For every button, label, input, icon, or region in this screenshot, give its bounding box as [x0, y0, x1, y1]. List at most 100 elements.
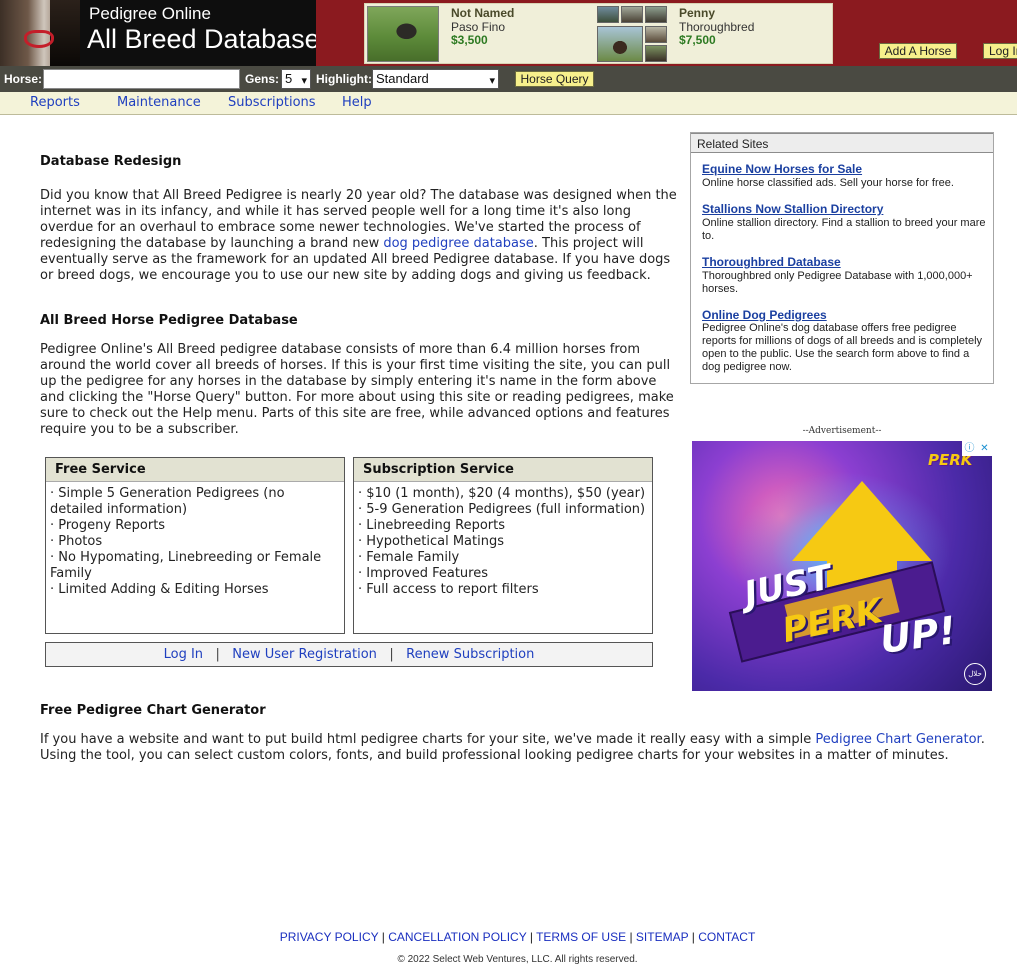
contact-link[interactable]: CONTACT: [698, 930, 755, 944]
subscription-service-list: · $10 (1 month), $20 (4 months), $50 (ye…: [354, 482, 652, 598]
list-item: · Female Family: [358, 550, 460, 565]
advertisement-label: --Advertisement--: [802, 426, 882, 436]
related-site-desc: Online stallion directory. Find a stalli…: [702, 217, 986, 242]
nav-item-maintenance[interactable]: Maintenance: [117, 95, 201, 110]
site-header: Pedigree Online All Breed Database Not N…: [0, 0, 1017, 66]
renew-subscription-link[interactable]: Renew Subscription: [406, 647, 534, 662]
horse-thumbnail[interactable]: [597, 26, 643, 62]
highlight-label: Highlight:: [316, 72, 372, 86]
chart-generator-paragraph: If you have a website and want to put bu…: [40, 732, 995, 764]
new-user-registration-link[interactable]: New User Registration: [232, 647, 377, 662]
list-item: · 5-9 Generation Pedigrees (full informa…: [358, 502, 646, 517]
ad-close-icon[interactable]: ✕: [977, 441, 992, 456]
dog-pedigree-link[interactable]: dog pedigree database: [383, 236, 533, 251]
list-item: · Improved Features: [358, 566, 488, 581]
login-button[interactable]: Log In: [983, 43, 1017, 59]
horse-mane: [50, 0, 80, 66]
subscription-service-title: Subscription Service: [354, 458, 652, 482]
copyright-text: © 2022 Select Web Ventures, LLC. All rig…: [397, 954, 638, 965]
list-item: · Simple 5 Generation Pedigrees (no deta…: [50, 486, 285, 517]
horse-thumbnail[interactable]: [621, 6, 643, 23]
related-site-desc: Pedigree Online's dog database offers fr…: [702, 322, 983, 373]
horse-thumbnail[interactable]: [597, 6, 619, 23]
featured-horse-name[interactable]: Penny: [679, 6, 715, 20]
main-nav: Reports Maintenance Subscriptions Help: [0, 92, 1017, 115]
allbreed-paragraph: Pedigree Online's All Breed pedigree dat…: [40, 342, 674, 437]
redesign-paragraph: Did you know that All Breed Pedigree is …: [40, 188, 680, 284]
ad-headline-up: UP!: [877, 607, 959, 663]
separator: |: [529, 930, 533, 944]
list-item: · Progeny Reports: [50, 518, 166, 533]
redesign-heading: Database Redesign: [40, 154, 182, 169]
separator: |: [629, 930, 633, 944]
horse-label: Horse:: [4, 72, 43, 86]
cancellation-policy-link[interactable]: CANCELLATION POLICY: [388, 930, 526, 944]
privacy-policy-link[interactable]: PRIVACY POLICY: [280, 930, 379, 944]
featured-horses-banner: Not Named Paso Fino $3,500 Penny Thoroug…: [364, 3, 833, 64]
nav-item-reports[interactable]: Reports: [30, 95, 80, 110]
gens-value: 5: [285, 71, 293, 86]
featured-horse-name[interactable]: Not Named: [451, 6, 514, 20]
pedigree-chart-generator-link[interactable]: Pedigree Chart Generator: [815, 732, 980, 747]
nav-item-help[interactable]: Help: [342, 95, 372, 110]
separator: |: [389, 647, 394, 662]
horse-thumbnail[interactable]: [645, 6, 667, 23]
list-item: · Full access to report filters: [358, 582, 539, 597]
featured-horse-photo[interactable]: [367, 6, 439, 62]
login-link[interactable]: Log In: [164, 647, 203, 662]
featured-horse-price: $3,500: [451, 33, 488, 47]
highlight-select[interactable]: Standard ▾: [372, 69, 499, 89]
site-logo[interactable]: Pedigree Online All Breed Database: [0, 0, 316, 66]
logo-title: All Breed Database: [87, 24, 316, 54]
halal-icon: حلال: [964, 663, 986, 685]
terms-of-use-link[interactable]: TERMS OF USE: [536, 930, 626, 944]
featured-horse-price: $7,500: [679, 33, 716, 47]
list-item: · No Hypomating, Linebreeding or Female …: [50, 550, 322, 581]
chart-generator-heading: Free Pedigree Chart Generator: [40, 703, 266, 718]
horse-thumbnail[interactable]: [645, 45, 667, 62]
free-service-title: Free Service: [46, 458, 344, 482]
chevron-down-icon: ▾: [301, 75, 307, 87]
chart-text: If you have a website and want to put bu…: [40, 732, 816, 747]
separator: |: [215, 647, 220, 662]
account-links-bar: Log In | New User Registration | Renew S…: [45, 642, 653, 667]
horse-logo-image: [0, 0, 80, 66]
related-site-link[interactable]: Equine Now Horses for Sale: [702, 162, 862, 176]
list-item: · Limited Adding & Editing Horses: [50, 582, 269, 597]
add-horse-button[interactable]: Add A Horse: [879, 43, 957, 59]
featured-horse-breed: Thoroughbred: [679, 20, 755, 34]
free-service-box: Free Service · Simple 5 Generation Pedig…: [45, 457, 345, 634]
logo-subtitle: Pedigree Online: [89, 4, 211, 23]
horse-bridle: [24, 30, 54, 48]
advertisement-banner[interactable]: PERK JUST PERK UP! ⓘ ✕ حلال: [692, 441, 992, 691]
free-service-list: · Simple 5 Generation Pedigrees (no deta…: [46, 482, 344, 598]
separator: |: [381, 930, 385, 944]
allbreed-heading: All Breed Horse Pedigree Database: [40, 313, 298, 328]
footer-links: PRIVACY POLICY | CANCELLATION POLICY | T…: [0, 930, 1017, 944]
related-site-desc: Thoroughbred only Pedigree Database with…: [702, 270, 973, 295]
gens-select[interactable]: 5 ▾: [281, 69, 311, 89]
list-item: · Linebreeding Reports: [358, 518, 506, 533]
related-site-link[interactable]: Online Dog Pedigrees: [702, 308, 827, 322]
ad-info-icon[interactable]: ⓘ: [962, 441, 977, 456]
related-sites-title: Related Sites: [691, 133, 993, 153]
related-site-link[interactable]: Stallions Now Stallion Directory: [702, 202, 883, 216]
horse-query-bar: Horse: Gens: 5 ▾ Highlight: Standard ▾ H…: [0, 66, 1017, 92]
horse-thumbnail[interactable]: [645, 26, 667, 43]
subscription-service-box: Subscription Service · $10 (1 month), $2…: [353, 457, 653, 634]
sitemap-link[interactable]: SITEMAP: [636, 930, 688, 944]
ad-arrow-shape: [792, 481, 932, 561]
related-site-desc: Online horse classified ads. Sell your h…: [702, 177, 954, 189]
related-site-link[interactable]: Thoroughbred Database: [702, 255, 841, 269]
horse-search-input[interactable]: [43, 69, 240, 89]
separator: |: [691, 930, 695, 944]
horse-query-button[interactable]: Horse Query: [515, 71, 594, 87]
featured-horse-breed: Paso Fino: [451, 20, 506, 34]
list-item: · Photos: [50, 534, 103, 549]
related-sites-box: Related Sites Equine Now Horses for Sale…: [690, 132, 994, 384]
nav-item-subscriptions[interactable]: Subscriptions: [228, 95, 316, 110]
highlight-value: Standard: [376, 71, 429, 86]
featured-horse-thumbnails[interactable]: [597, 6, 669, 62]
list-item: · $10 (1 month), $20 (4 months), $50 (ye…: [358, 486, 646, 501]
chevron-down-icon: ▾: [489, 75, 495, 87]
